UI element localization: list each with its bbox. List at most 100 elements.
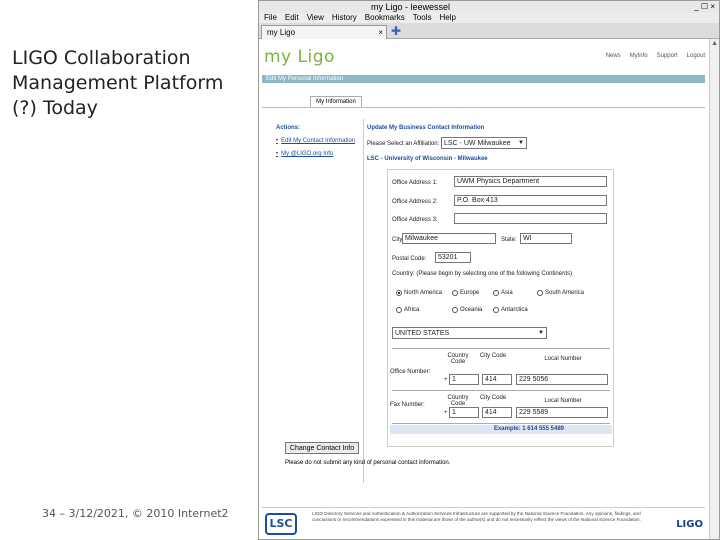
bullet-icon: •: [276, 138, 279, 144]
country-prompt: Country: (Please begin by selecting one …: [392, 271, 573, 277]
institution-name: LSC - University of Wisconsin - Milwauke…: [367, 156, 488, 162]
radio-dot: [493, 290, 499, 296]
postal-label: Postal Code:: [392, 256, 427, 262]
menu-history[interactable]: History: [332, 13, 357, 23]
fax-local-input[interactable]: 229 5589: [516, 407, 608, 418]
country-select[interactable]: UNITED STATES ▼: [392, 327, 547, 339]
office-local-input[interactable]: 229 5056: [516, 374, 608, 385]
office3-label: Office Address 3:: [392, 217, 438, 223]
chevron-down-icon: ▼: [518, 140, 524, 146]
action-edit-contact[interactable]: • Edit My Contact Information: [276, 138, 356, 145]
menu-help[interactable]: Help: [439, 13, 455, 23]
office2-label: Office Address 2:: [392, 199, 438, 205]
window-controls[interactable]: _ ☐ ×: [694, 1, 715, 13]
privacy-note: Please do not submit any kind of persona…: [285, 460, 451, 466]
actions-heading: Actions:: [276, 125, 300, 131]
form-heading: Update My Business Contact Information: [367, 125, 485, 131]
my-ligo-logo: my Ligo: [264, 47, 335, 67]
tab-label: my Ligo: [267, 28, 296, 37]
tab-bar: my Ligo × ✚: [259, 23, 719, 39]
contact-form: Update My Business Contact Information P…: [367, 125, 707, 447]
affiliation-value: LSC - UW Milwaukee: [444, 140, 511, 147]
footer-text: LIGO Directory Services and Authenticati…: [312, 511, 641, 522]
country-value: UNITED STATES: [395, 330, 450, 337]
fax-country-input[interactable]: 1: [449, 407, 479, 418]
affiliation-label: Please Select an Affiliation:: [367, 141, 440, 147]
top-nav: News MyInfo Support Logout: [606, 53, 705, 59]
title-bar: my Ligo - leewessel _ ☐ ×: [259, 1, 719, 13]
tab-my-information[interactable]: My Information: [310, 96, 362, 107]
radio-north-america[interactable]: North America: [396, 290, 442, 296]
chevron-down-icon: ▼: [538, 330, 544, 336]
office3-input[interactable]: [454, 213, 607, 224]
slide-title: LIGO Collaboration Management Platform (…: [12, 47, 224, 119]
nav-news[interactable]: News: [606, 53, 621, 59]
affiliation-select[interactable]: LSC - UW Milwaukee ▼: [441, 137, 527, 149]
scroll-up-icon[interactable]: ▲: [711, 40, 718, 47]
col-local-number-fax: Local Number: [544, 398, 582, 404]
new-tab-icon[interactable]: ✚: [391, 25, 401, 37]
action-ligo-org-info-label[interactable]: My @LIGO.org Info: [281, 151, 333, 158]
radio-africa[interactable]: Africa: [396, 307, 419, 313]
menu-bar: File Edit View History Bookmarks Tools H…: [259, 13, 719, 23]
slide-footer: 34 – 3/12/2021, © 2010 Internet2: [42, 507, 229, 520]
bullet-icon: •: [276, 151, 279, 157]
fax-number-label: Fax Number:: [390, 402, 425, 408]
office-city-input[interactable]: 414: [482, 374, 512, 385]
radio-antarctica[interactable]: Antarctica: [493, 307, 528, 313]
city-input[interactable]: Milwaukee: [402, 233, 496, 244]
vertical-scrollbar[interactable]: [709, 39, 719, 539]
menu-view[interactable]: View: [307, 13, 324, 23]
actions-panel: Actions: • Edit My Contact Information •…: [276, 125, 356, 164]
nav-myinfo[interactable]: MyInfo: [630, 53, 648, 59]
tab-close-icon[interactable]: ×: [378, 26, 383, 39]
radio-asia[interactable]: Asia: [493, 290, 513, 296]
nav-support[interactable]: Support: [657, 53, 678, 59]
radio-europe[interactable]: Europe: [452, 290, 479, 296]
phone-divider-mid: [392, 390, 610, 391]
page-footer: LSC LIGO Directory Services and Authenti…: [262, 507, 705, 539]
col-country-code: Country Code: [447, 353, 469, 365]
col-city-code: City Code: [479, 353, 507, 359]
radio-dot: [452, 290, 458, 296]
office2-input[interactable]: P.O. Box 413: [454, 195, 607, 206]
section-bar: Edit My Personal Information: [262, 75, 705, 83]
radio-dot: [452, 307, 458, 313]
action-edit-contact-label[interactable]: Edit My Contact Information: [281, 138, 355, 145]
col-city-code-fax: City Code: [479, 395, 507, 401]
col-country-code-fax: Country Code: [447, 395, 469, 407]
radio-dot: [396, 290, 402, 296]
fax-plus: +: [444, 410, 448, 416]
tab-my-ligo[interactable]: my Ligo ×: [261, 25, 387, 39]
menu-file[interactable]: File: [264, 13, 277, 23]
phone-example: Example: 1 614 555 5489: [390, 425, 612, 434]
office1-input[interactable]: UWM Physics Department: [454, 176, 607, 187]
menu-bookmarks[interactable]: Bookmarks: [365, 13, 405, 23]
postal-input[interactable]: 53201: [435, 252, 471, 263]
phone-divider-top: [392, 348, 610, 349]
office1-label: Office Address 1:: [392, 180, 438, 186]
radio-dot: [396, 307, 402, 313]
change-contact-info-button[interactable]: Change Contact Info: [285, 442, 359, 454]
office-country-input[interactable]: 1: [449, 374, 479, 385]
lsc-logo: LSC: [265, 513, 297, 535]
action-ligo-org-info[interactable]: • My @LIGO.org Info: [276, 151, 356, 158]
window-title: my Ligo - leewessel: [371, 2, 451, 12]
browser-window: my Ligo - leewessel _ ☐ × File Edit View…: [258, 0, 720, 540]
state-label: State:: [501, 237, 517, 243]
radio-south-america[interactable]: South America: [537, 290, 584, 296]
menu-tools[interactable]: Tools: [413, 13, 432, 23]
phone-divider-bottom: [392, 423, 610, 424]
menu-edit[interactable]: Edit: [285, 13, 299, 23]
radio-dot: [537, 290, 543, 296]
state-input[interactable]: WI: [520, 233, 572, 244]
fax-city-input[interactable]: 414: [482, 407, 512, 418]
sidebar-divider: [363, 119, 364, 483]
nav-logout[interactable]: Logout: [687, 53, 705, 59]
office-plus: +: [444, 377, 448, 383]
radio-oceania[interactable]: Oceania: [452, 307, 482, 313]
tab-divider: [262, 107, 705, 108]
address-box: Office Address 1: UWM Physics Department…: [387, 169, 614, 447]
col-local-number: Local Number: [544, 356, 582, 362]
ligo-logo: LIGO: [676, 519, 703, 530]
